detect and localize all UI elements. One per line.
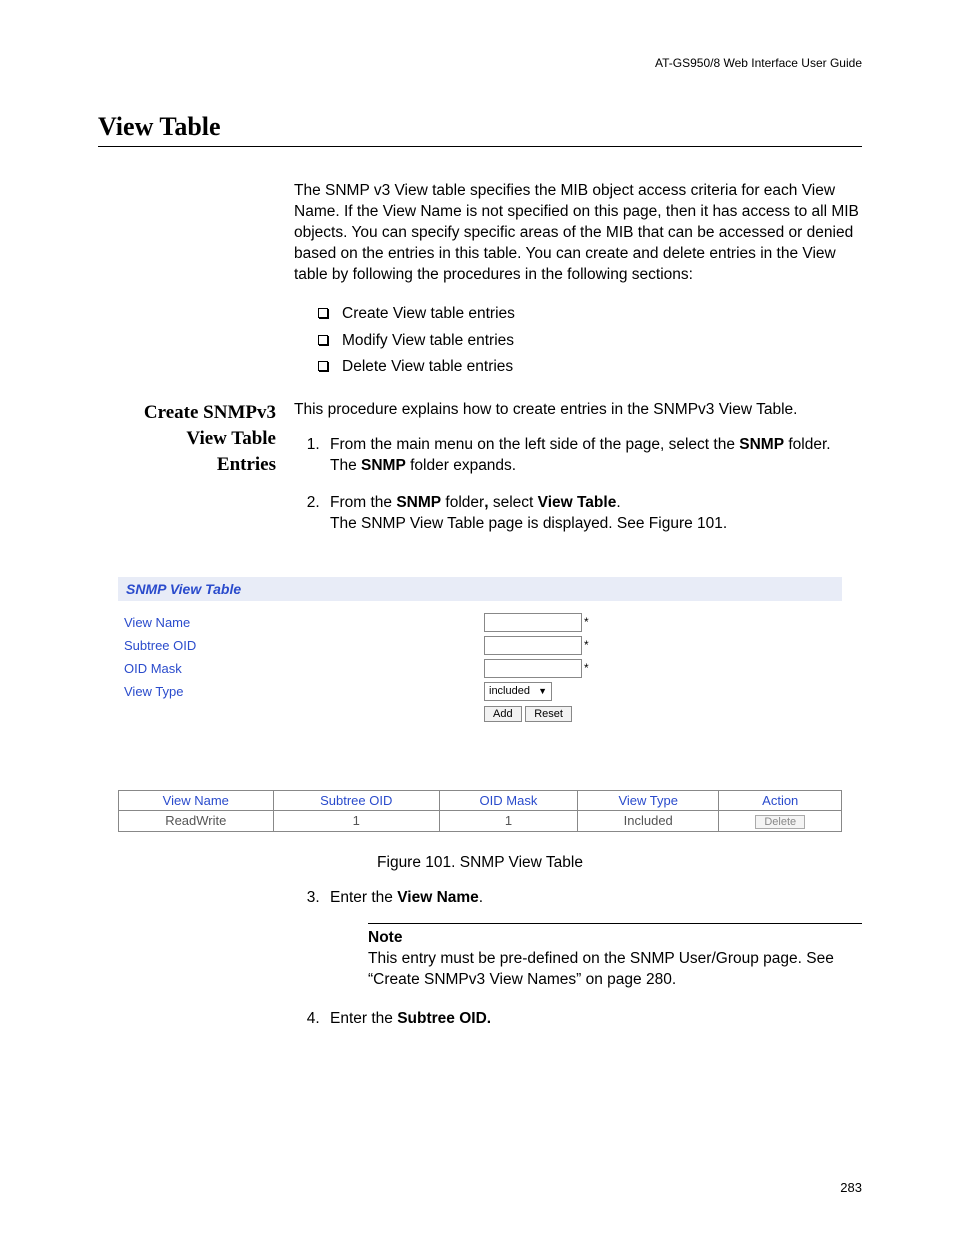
note-body: This entry must be pre-defined on the SN… [368,949,862,991]
panel-title: SNMP View Table [118,577,842,601]
intro-paragraph: The SNMP v3 View table specifies the MIB… [294,181,862,286]
select-value: included [489,685,530,697]
bullet-list: Create View table entries Modify View ta… [318,304,862,379]
bullet-text: Create View table entries [342,304,515,325]
step-1: From the main menu on the left side of t… [324,435,862,477]
side-heading: Create SNMPv3 View Table Entries [98,400,276,477]
cell-subtree-oid: 1 [273,810,439,831]
table-row: ReadWrite 1 1 Included Delete [119,810,842,831]
cell-view-type: Included [578,810,719,831]
page-number: 283 [840,1180,862,1195]
col-subtree-oid: Subtree OID [273,790,439,810]
bullet-icon [318,361,328,371]
cell-view-name: ReadWrite [119,810,274,831]
reset-button[interactable]: Reset [525,706,572,722]
chevron-down-icon: ▼ [538,686,547,696]
view-list-table: View Name Subtree OID OID Mask View Type… [118,790,842,832]
view-name-label: View Name [124,615,484,630]
cell-oid-mask: 1 [439,810,577,831]
list-item: Delete View table entries [318,357,862,378]
bullet-icon [318,335,328,345]
subtree-oid-input[interactable] [484,636,582,655]
bullet-text: Modify View table entries [342,331,514,352]
required-star: * [584,638,589,652]
oid-mask-label: OID Mask [124,661,484,676]
view-type-label: View Type [124,684,484,699]
view-name-input[interactable] [484,613,582,632]
required-star: * [584,661,589,675]
step-3: Enter the View Name. Note This entry mus… [324,888,862,991]
figure-101: SNMP View Table View Name * Subtree OID … [118,577,842,832]
subtree-oid-label: Subtree OID [124,638,484,653]
running-header: AT-GS950/8 Web Interface User Guide [98,56,862,70]
col-oid-mask: OID Mask [439,790,577,810]
step-list: From the main menu on the left side of t… [294,435,862,535]
bullet-icon [318,308,328,318]
list-item: Modify View table entries [318,331,862,352]
table-header-row: View Name Subtree OID OID Mask View Type… [119,790,842,810]
col-view-type: View Type [578,790,719,810]
note-block: Note This entry must be pre-defined on t… [368,923,862,991]
figure-caption: Figure 101. SNMP View Table [98,854,862,872]
delete-button[interactable]: Delete [755,815,805,829]
required-star: * [584,615,589,629]
col-action: Action [719,790,842,810]
section-title: View Table [98,112,862,147]
bullet-text: Delete View table entries [342,357,513,378]
step-2: From the SNMP folder, select View Table.… [324,493,862,535]
step-4: Enter the Subtree OID. [324,1009,862,1030]
col-view-name: View Name [119,790,274,810]
view-type-select[interactable]: included ▼ [484,682,552,701]
note-title: Note [368,928,862,949]
procedure-intro: This procedure explains how to create en… [294,400,862,421]
oid-mask-input[interactable] [484,659,582,678]
step-list-cont: Enter the View Name. Note This entry mus… [294,888,862,1030]
add-button[interactable]: Add [484,706,522,722]
list-item: Create View table entries [318,304,862,325]
form-area: View Name * Subtree OID * OID Mask * Vie… [118,601,842,732]
